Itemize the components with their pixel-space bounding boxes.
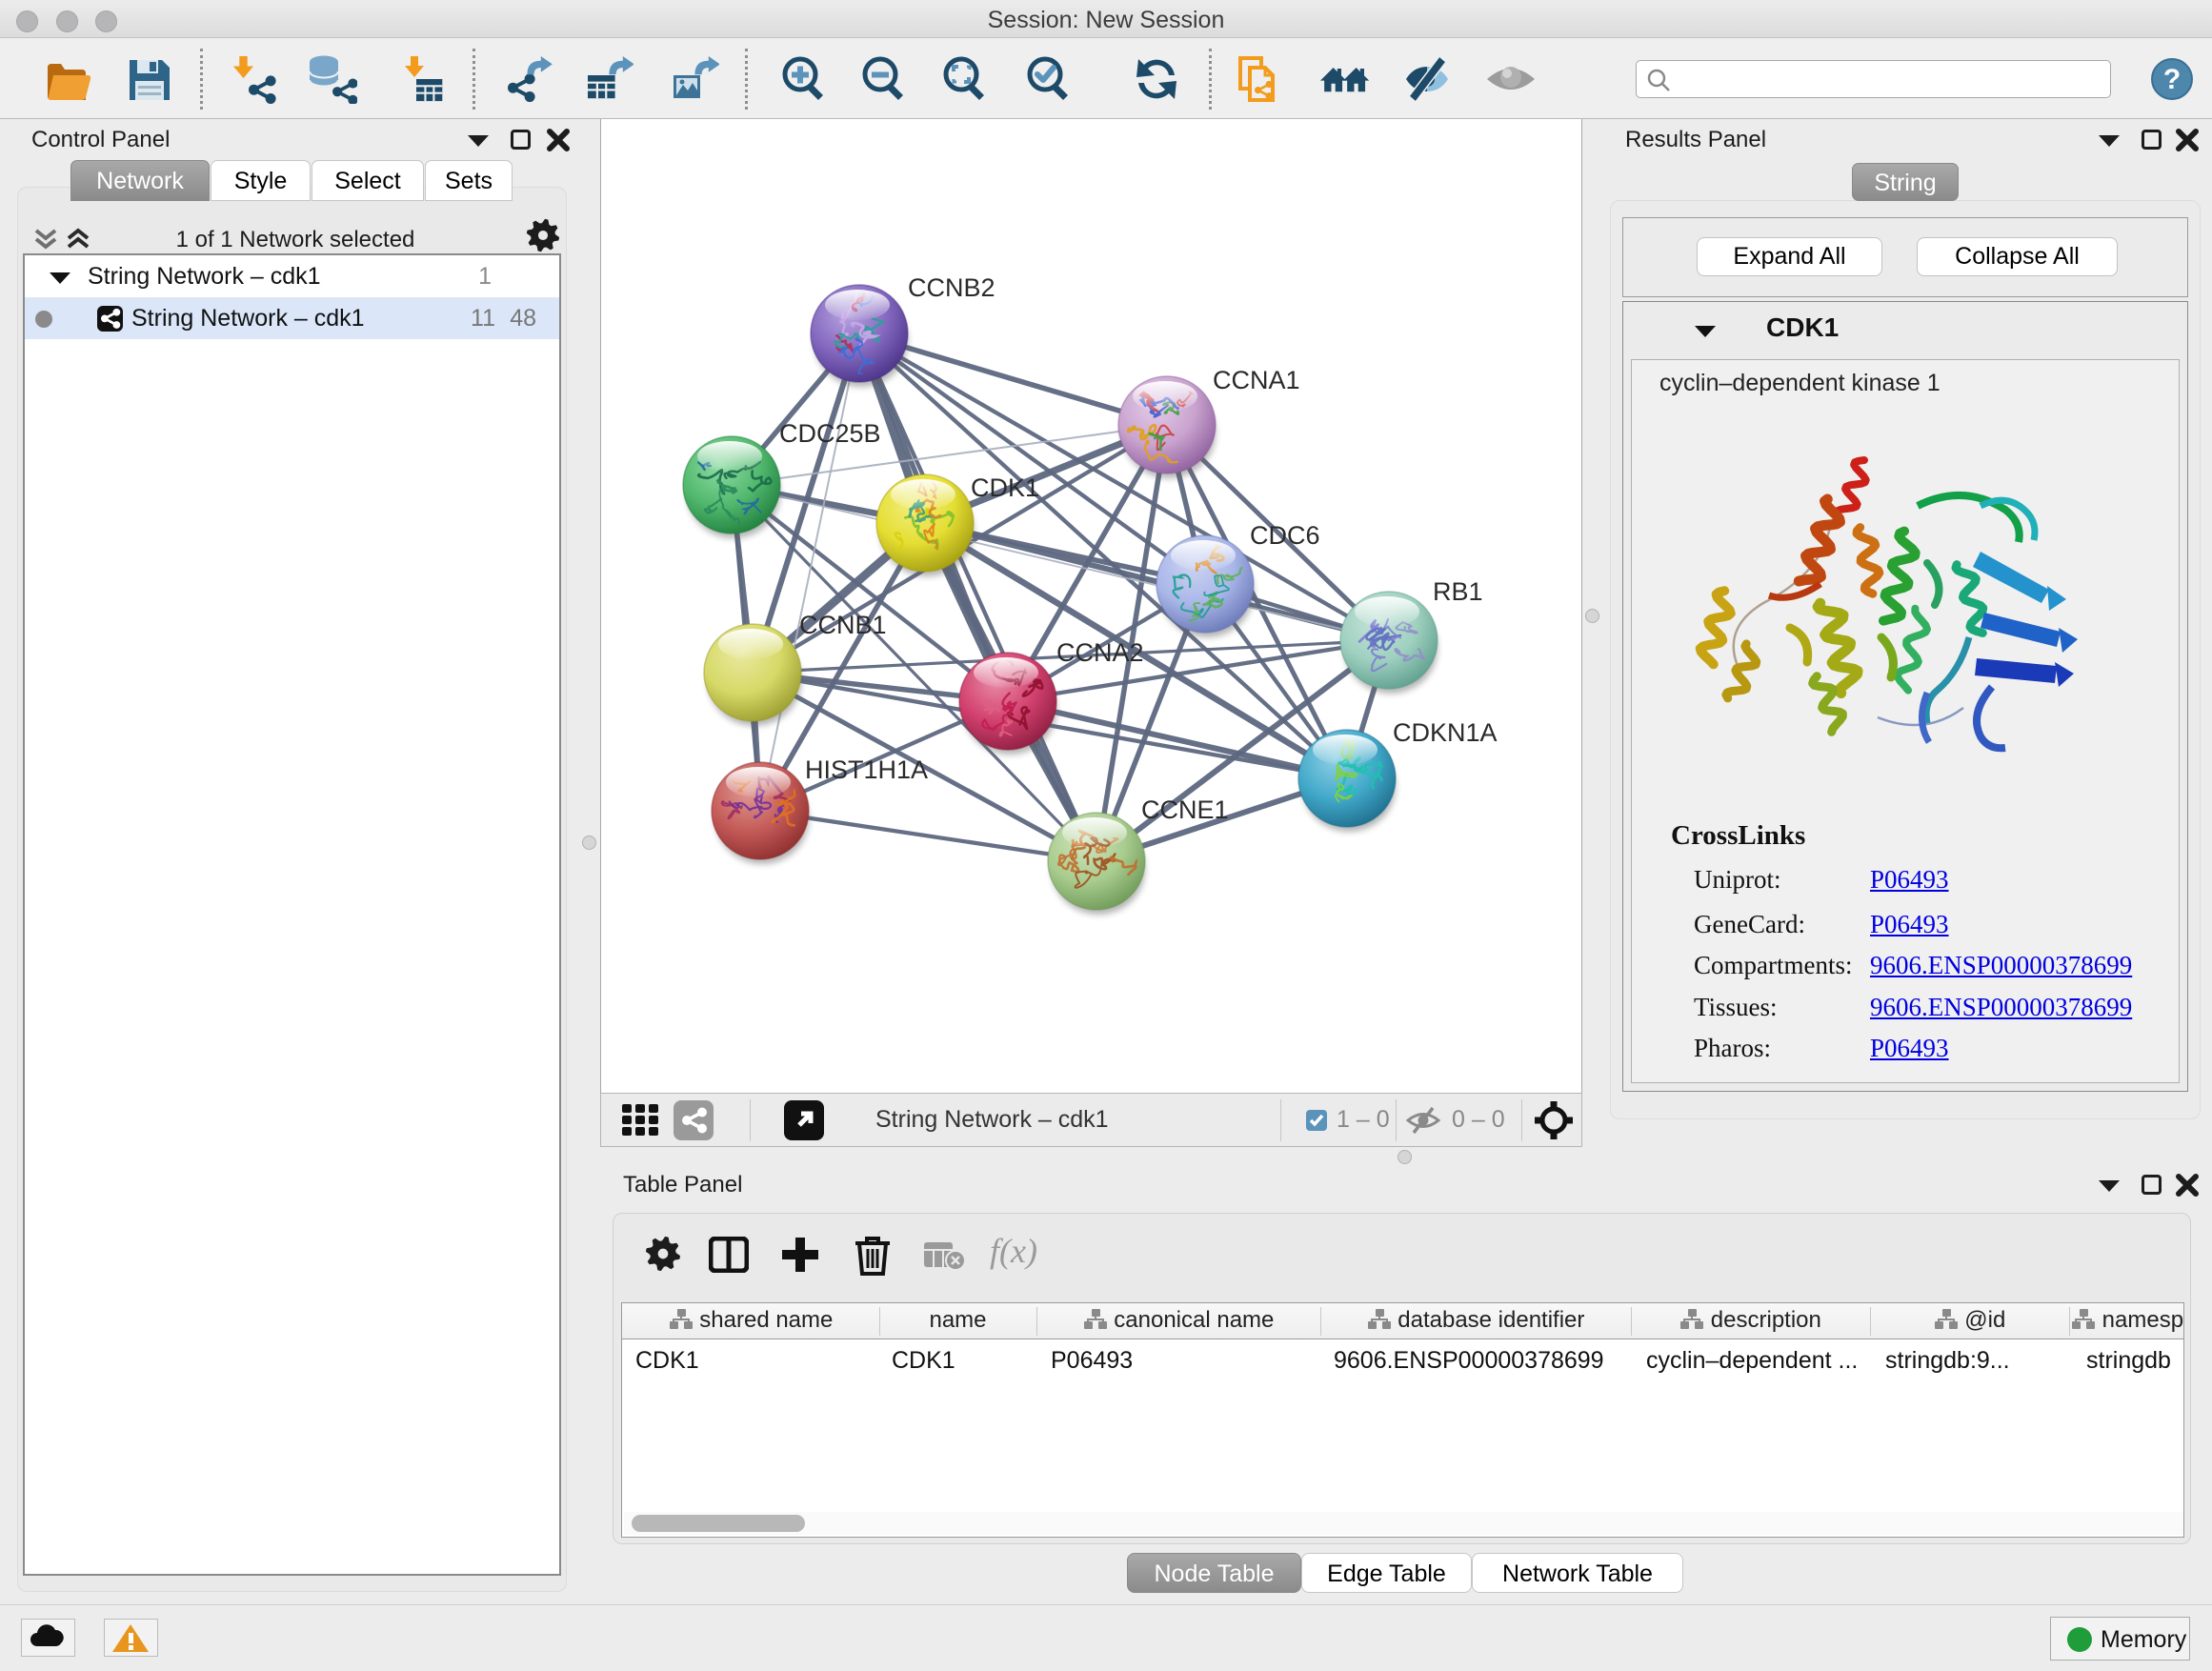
svg-text:CDK1: CDK1	[971, 473, 1039, 502]
svg-text:CDKN1A: CDKN1A	[1393, 718, 1498, 747]
svg-text:HIST1H1A: HIST1H1A	[805, 755, 928, 784]
svg-text:CCNA1: CCNA1	[1213, 366, 1300, 394]
svg-text:CCNB2: CCNB2	[908, 273, 995, 302]
svg-text:CCNB1: CCNB1	[799, 611, 887, 639]
svg-text:CCNA2: CCNA2	[1056, 638, 1144, 667]
svg-text:CCNE1: CCNE1	[1141, 795, 1229, 824]
svg-text:CDC25B: CDC25B	[779, 419, 881, 448]
svg-text:?: ?	[2163, 64, 2181, 95]
svg-text:RB1: RB1	[1433, 577, 1483, 606]
svg-text:CDC6: CDC6	[1250, 521, 1320, 550]
